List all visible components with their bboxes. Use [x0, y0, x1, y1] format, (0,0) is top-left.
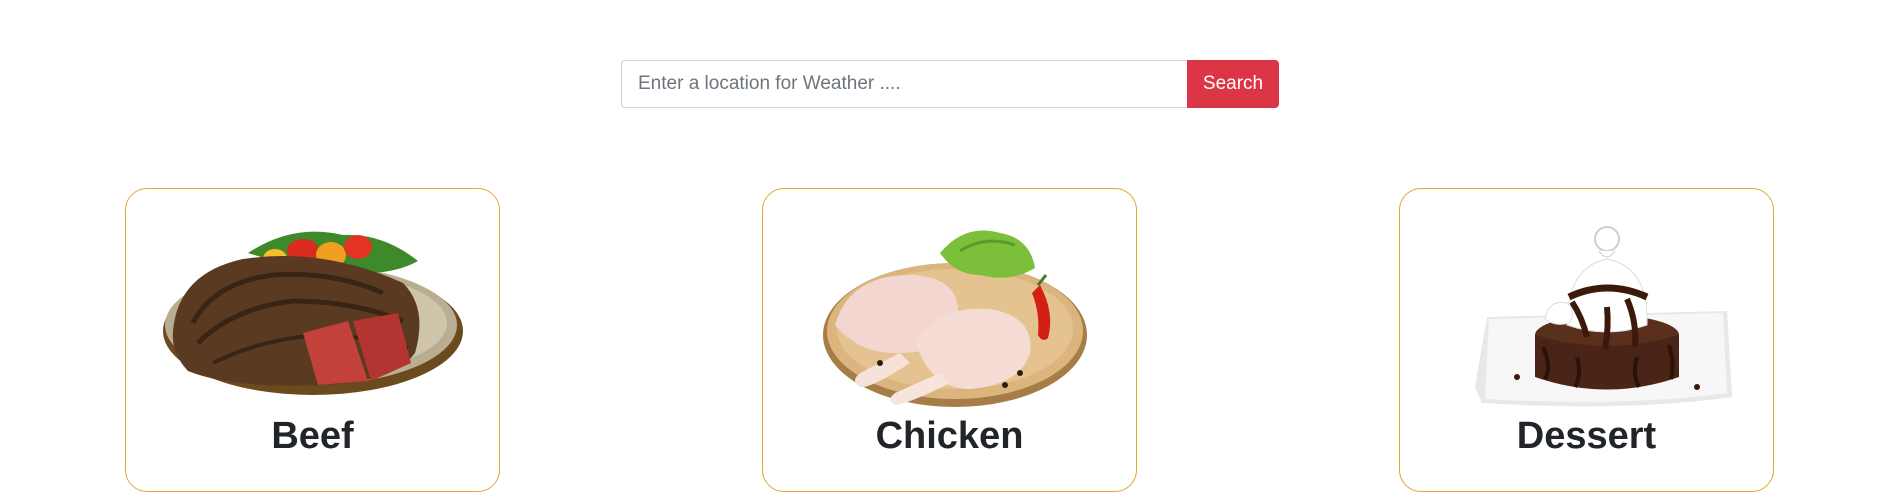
weather-search-bar: Search: [621, 60, 1279, 108]
category-card-dessert[interactable]: Dessert: [1399, 188, 1774, 492]
category-title: Dessert: [1516, 415, 1657, 457]
category-title: Chicken: [875, 415, 1024, 457]
search-button[interactable]: Search: [1187, 60, 1279, 108]
chicken-image: [763, 207, 1136, 419]
location-search-input[interactable]: [621, 60, 1187, 108]
category-title: Beef: [271, 415, 354, 457]
dessert-image: [1400, 207, 1773, 419]
category-card-beef[interactable]: Beef: [125, 188, 500, 492]
category-card-chicken[interactable]: Chicken: [762, 188, 1137, 492]
beef-image: [126, 207, 499, 419]
